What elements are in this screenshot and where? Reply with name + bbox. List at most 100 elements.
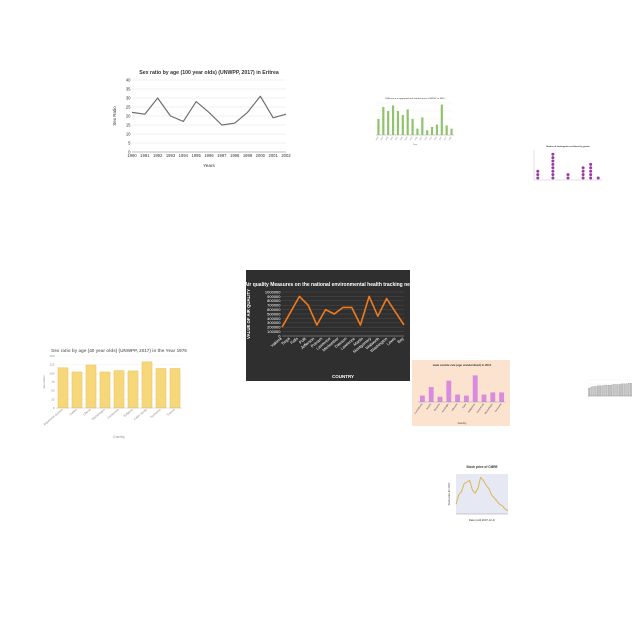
x-tick-label: Cabo Verde <box>133 407 148 420</box>
chart-eritrea: Sex ratio by age (100 year olds) (UNWPP,… <box>112 62 292 170</box>
chart-purple: Number of kindergarten enrollment by gen… <box>518 142 606 192</box>
bar <box>592 386 595 397</box>
x-tick-label: Equatorial Guinea <box>43 407 64 426</box>
chart-yellow: Sex ratio by age (40 year olds) (UNWPP, … <box>42 336 190 440</box>
bar <box>608 384 610 397</box>
bar <box>621 383 623 397</box>
x-tick-label: 2008 <box>400 137 404 141</box>
chart-green-svg: Difference in appraisal and market price… <box>376 97 454 146</box>
x-tick-label: 2001 <box>269 153 279 158</box>
y-tick-label: 900000 <box>267 294 281 299</box>
x-axis-label: COUNTRY <box>332 374 354 379</box>
bar <box>406 109 409 135</box>
x-tick-label: 2009 <box>405 137 409 141</box>
chart-title: Sex ratio by age (40 year olds) (UNWPP, … <box>51 348 187 353</box>
chart-title: male suicide rate (age standardized) in … <box>433 363 492 367</box>
chart-pink: male suicide rate (age standardized) in … <box>412 360 510 426</box>
x-tick-label: 2014 <box>429 137 433 141</box>
bar <box>377 119 380 135</box>
bar <box>437 396 443 402</box>
bar <box>419 395 425 402</box>
bar <box>411 119 414 135</box>
x-tick-label: 1992 <box>153 153 163 158</box>
x-tick-label: 2015 <box>434 137 438 141</box>
x-tick-label: 1999 <box>243 153 253 158</box>
x-tick-label: 2013 <box>424 137 428 141</box>
chart-green: Difference in appraisal and market price… <box>366 97 458 147</box>
bar <box>85 364 97 409</box>
y-tick-label: 700000 <box>267 303 281 308</box>
chart-purple-svg: Number of kindergarten enrollment by gen… <box>533 145 602 181</box>
bar <box>416 128 419 135</box>
bar <box>387 111 390 135</box>
data-point <box>581 176 585 180</box>
data-point <box>566 173 570 177</box>
bar <box>446 380 452 402</box>
data-point <box>551 156 555 160</box>
y-tick-label: 300000 <box>267 320 281 325</box>
data-point <box>589 162 593 166</box>
data-point <box>581 166 585 170</box>
data-point <box>551 159 555 163</box>
y-tick-label: 200000 <box>267 325 281 330</box>
x-tick-label: 1995 <box>192 153 202 158</box>
bar <box>499 392 505 402</box>
x-axis-label: Year <box>413 143 418 146</box>
y-tick-label: 25 <box>51 397 55 401</box>
x-tick-label: 2006 <box>390 137 394 141</box>
x-tick-label: 2002 <box>281 153 291 158</box>
data-point <box>551 162 555 166</box>
bar <box>71 371 83 409</box>
y-tick-label: 400000 <box>267 316 281 321</box>
x-tick-label: 1990 <box>127 153 137 158</box>
chart-eritrea-svg: Sex ratio by age (100 year olds) (UNWPP,… <box>112 70 291 168</box>
bar <box>127 370 139 409</box>
bar <box>440 104 443 135</box>
data-point <box>581 169 585 173</box>
x-tick-label: Tunisia <box>166 407 176 416</box>
bar <box>396 111 400 135</box>
x-axis-label: Years <box>203 163 215 168</box>
x-axis-label: Country <box>458 422 468 425</box>
y-tick-label: 0 <box>53 406 55 410</box>
bar <box>597 385 599 397</box>
x-tick-label: 2017 <box>444 137 448 141</box>
chart-pink-svg: male suicide rate (age standardized) in … <box>412 360 510 426</box>
data-point <box>551 176 555 180</box>
x-tick-label: Montenegro <box>91 407 106 421</box>
bar <box>169 368 181 409</box>
x-tick-label: 1996 <box>204 153 214 158</box>
data-point <box>566 176 570 180</box>
bar <box>391 105 395 135</box>
x-tick-label: 1991 <box>140 153 150 158</box>
y-axis-label: VALUE OF AIR QUALITY <box>246 289 251 339</box>
y-tick-label: 10 <box>126 131 131 136</box>
bar <box>605 384 608 397</box>
y-tick-label: 40 <box>126 77 131 82</box>
bar <box>623 383 626 397</box>
x-tick-label: 2007 <box>395 137 399 141</box>
x-tick-label: 2000 <box>256 153 266 158</box>
chart-background <box>412 360 510 426</box>
bar <box>481 394 487 402</box>
bar <box>616 384 619 397</box>
y-tick-label: 500000 <box>267 311 281 316</box>
y-axis-label: Sex Ratio <box>112 106 117 126</box>
bar <box>472 375 478 402</box>
bar <box>619 384 621 397</box>
y-tick-label: 1000000 <box>265 289 281 294</box>
chart-title: Stock price of CMRE <box>466 465 497 469</box>
chart-title: Sex ratio by age (100 year olds) (UNWPP,… <box>139 70 279 76</box>
chart-stock: Stock price of CMRE Date (until 2007-12-2… <box>446 464 514 524</box>
bar <box>603 384 606 397</box>
bar <box>113 370 125 409</box>
data-point <box>581 173 585 177</box>
x-tick-label: 1993 <box>166 153 176 158</box>
data-point <box>589 176 593 180</box>
bar <box>435 124 439 135</box>
data-point <box>536 176 540 180</box>
x-tick-label: 2010 <box>410 137 414 141</box>
y-tick-label: 125 <box>49 363 54 367</box>
y-tick-label: 35 <box>126 86 131 91</box>
y-tick-label: 100000 <box>267 329 281 334</box>
